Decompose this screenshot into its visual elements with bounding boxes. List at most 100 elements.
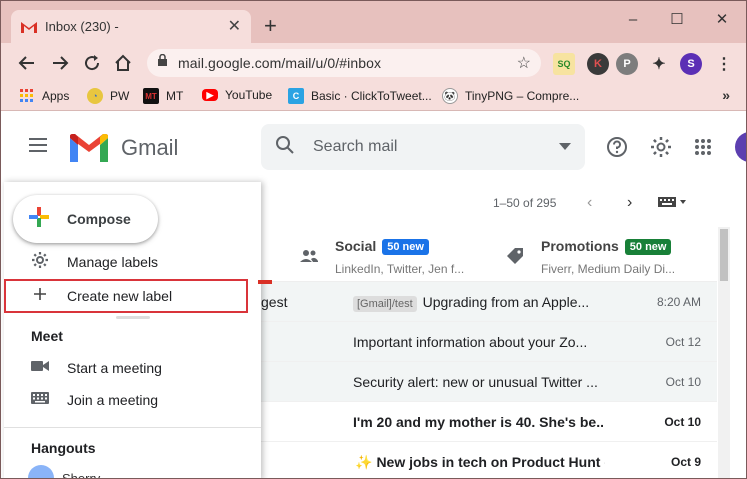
- sender-fragment: gest: [261, 294, 288, 310]
- sidebar-item-label: Manage labels: [67, 254, 159, 270]
- tab-title: Inbox (230) -: [45, 19, 119, 34]
- browser-menu-icon[interactable]: ⋮: [713, 53, 735, 75]
- mail-subject: Important information about your Zo...: [353, 334, 588, 350]
- tab-social[interactable]: Social 50 new LinkedIn, Twitter, Jen f...: [335, 238, 464, 276]
- label-chip[interactable]: [Gmail]/test: [353, 296, 417, 312]
- mail-list-scrollbar[interactable]: [718, 227, 730, 478]
- search-bar[interactable]: Search mail: [261, 124, 585, 170]
- bookmark-apps[interactable]: Apps: [19, 88, 69, 104]
- mail-subject: Security alert: new or unusual Twitter .…: [353, 374, 598, 390]
- next-page-icon[interactable]: ›: [627, 194, 632, 212]
- scrollbar-thumb[interactable]: [720, 229, 728, 281]
- tab-strip: Inbox (230) - ✕ + – ☐ ✕: [1, 1, 746, 43]
- inbox-unread-indicator: [258, 280, 272, 284]
- k-extension-icon[interactable]: K: [587, 53, 609, 75]
- sidebar-item-start-meeting[interactable]: Start a meeting: [4, 352, 261, 384]
- keyboard-icon: [31, 391, 49, 410]
- compose-plus-icon: [27, 205, 51, 234]
- video-icon: [31, 359, 49, 378]
- back-arrow-icon[interactable]: [15, 51, 39, 75]
- sidebar-panel: Compose Manage labels Create new label M…: [4, 182, 261, 478]
- browser-toolbar: mail.google.com/mail/u/0/#inbox ☆ SQ K P…: [1, 43, 746, 83]
- profile-avatar[interactable]: S: [680, 53, 702, 75]
- sidebar-item-join-meeting[interactable]: Join a meeting: [4, 384, 261, 416]
- hangouts-section-title: Hangouts: [31, 440, 96, 456]
- search-input[interactable]: Search mail: [313, 138, 559, 156]
- clicktotweet-icon: C: [288, 88, 304, 104]
- mail-date: Oct 12: [665, 335, 701, 349]
- section-divider: [4, 427, 261, 428]
- bookmark-label: TinyPNG – Compre...: [465, 89, 580, 103]
- gmail-header: Gmail Search mail: [1, 112, 746, 182]
- seo-extension-icon[interactable]: SQ: [553, 53, 575, 75]
- reload-icon[interactable]: [80, 51, 104, 75]
- sidebar-item-label: Join a meeting: [67, 392, 159, 408]
- new-count-badge: 50 new: [382, 239, 429, 255]
- mail-list-area: 1–50 of 295 ‹ › Social 50 new LinkedIn, T…: [261, 182, 746, 478]
- tab-promotions[interactable]: Promotions 50 new Fiverr, Medium Daily Di…: [541, 238, 675, 276]
- search-icon[interactable]: [275, 135, 295, 160]
- highlight-annotation-box: [4, 279, 248, 313]
- bookmark-tinypng[interactable]: 🐼 TinyPNG – Compre...: [442, 88, 579, 104]
- home-icon[interactable]: [111, 51, 135, 75]
- compose-button[interactable]: Compose: [13, 195, 158, 243]
- extensions-puzzle-icon[interactable]: ✦: [648, 53, 670, 75]
- bookmark-mt[interactable]: MT MT: [143, 88, 183, 104]
- avatar: [28, 465, 54, 478]
- mail-row[interactable]: Important information about your Zo... O…: [261, 322, 717, 362]
- compose-label: Compose: [67, 211, 131, 227]
- mail-row[interactable]: ✨ New jobs in tech on Product Hunt - Oct …: [261, 442, 717, 478]
- sidebar-item-label: Start a meeting: [67, 360, 162, 376]
- bookmark-clicktotweet[interactable]: C Basic · ClickToTweet...: [288, 88, 432, 104]
- mail-row[interactable]: gest [Gmail]/test Upgrading from an Apple…: [261, 282, 717, 322]
- url-text: mail.google.com/mail/u/0/#inbox: [178, 55, 382, 71]
- meet-section-title: Meet: [31, 328, 63, 344]
- hangouts-contact[interactable]: Sherry –: [28, 465, 111, 478]
- category-name: Promotions: [541, 238, 619, 254]
- account-avatar[interactable]: [735, 132, 746, 162]
- prev-page-icon[interactable]: ‹: [587, 194, 592, 212]
- bookmark-youtube[interactable]: ▶ YouTube: [202, 88, 272, 102]
- mail-date: 8:20 AM: [656, 295, 701, 309]
- tinypng-icon: 🐼: [442, 88, 458, 104]
- gmail-logo-icon[interactable]: [70, 134, 108, 162]
- address-bar[interactable]: mail.google.com/mail/u/0/#inbox ☆: [147, 49, 541, 77]
- mail-row[interactable]: Security alert: new or unusual Twitter .…: [261, 362, 717, 402]
- gmail-wordmark: Gmail: [121, 135, 179, 160]
- more-bookmarks-icon[interactable]: »: [722, 87, 730, 103]
- bookmarks-bar: Apps ◔ PW MT MT ▶ YouTube C Basic · Clic…: [1, 83, 746, 111]
- search-options-chevron-icon[interactable]: [559, 138, 571, 156]
- bookmark-label: MT: [166, 89, 184, 103]
- maximize-icon[interactable]: ☐: [667, 9, 687, 29]
- close-window-icon[interactable]: ✕: [712, 9, 732, 29]
- forward-arrow-icon[interactable]: [48, 51, 72, 75]
- new-tab-icon[interactable]: +: [264, 15, 277, 37]
- section-resize-handle[interactable]: [116, 316, 150, 319]
- bookmark-star-icon[interactable]: ☆: [517, 53, 531, 73]
- bookmark-pw[interactable]: ◔ PW: [87, 88, 129, 104]
- gear-icon: [31, 251, 49, 274]
- settings-gear-icon[interactable]: [649, 135, 673, 159]
- new-count-badge: 50 new: [624, 239, 672, 255]
- mail-date: Oct 10: [665, 375, 701, 389]
- input-tools-keyboard-icon[interactable]: [658, 196, 688, 211]
- lock-icon: [157, 53, 168, 72]
- mail-row[interactable]: I'm 20 and my mother is 40. She's be... …: [261, 402, 717, 442]
- tab-close-icon[interactable]: ✕: [228, 18, 241, 35]
- browser-tab[interactable]: Inbox (230) - ✕: [11, 10, 251, 43]
- google-apps-icon[interactable]: [691, 135, 715, 159]
- youtube-icon: ▶: [202, 89, 218, 101]
- bookmark-label: Apps: [42, 89, 70, 103]
- mail-date: Oct 9: [670, 455, 701, 469]
- sidebar-item-manage-labels[interactable]: Manage labels: [4, 248, 261, 276]
- social-people-icon: [299, 246, 319, 266]
- help-icon[interactable]: [605, 135, 629, 159]
- minimize-icon[interactable]: –: [623, 9, 643, 29]
- gmail-favicon-icon: [21, 21, 37, 33]
- bookmark-label: Basic · ClickToTweet...: [311, 89, 432, 103]
- mail-subject: ✨ New jobs in tech on Product Hunt -: [355, 454, 605, 470]
- browser-window: Inbox (230) - ✕ + – ☐ ✕ mail.google.com/…: [0, 0, 747, 479]
- pinterest-icon[interactable]: P: [616, 53, 638, 75]
- main-menu-icon[interactable]: [29, 138, 51, 154]
- pw-icon: ◔: [87, 88, 103, 104]
